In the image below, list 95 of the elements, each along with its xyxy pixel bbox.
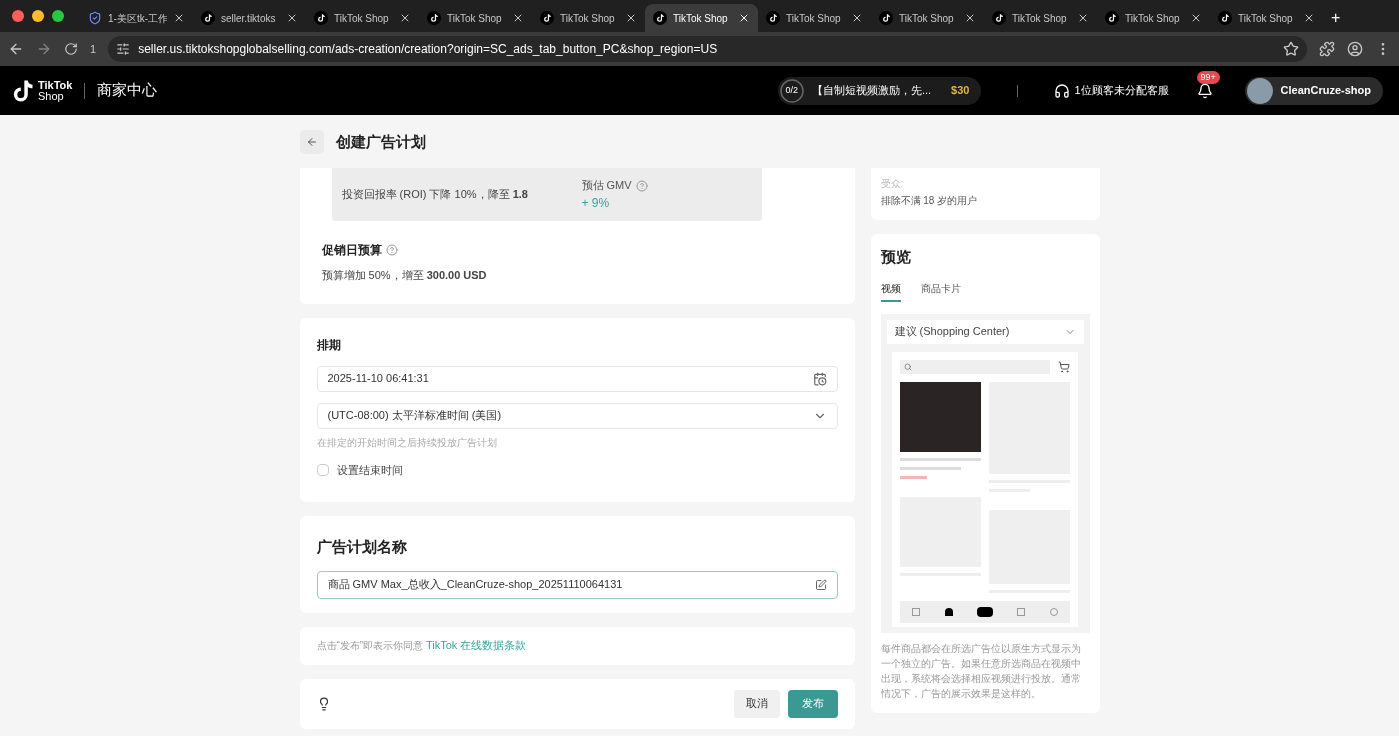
page-title: 创建广告计划 [335,131,426,152]
task-text: 【自制短视频激励，先... [811,83,932,99]
close-icon[interactable] [1077,12,1089,24]
browser-tab[interactable]: TikTok Shop [419,4,532,32]
timezone-select[interactable]: (UTC-08:00) 太平洋标准时间 (美国) [316,402,838,429]
browser-tab[interactable]: seller.tiktoks [193,4,306,32]
tiktok-favicon-icon [201,11,215,25]
section-title: 排期 [316,336,342,354]
campaign-name-field[interactable]: 商品 GMV Max_总收入_CleanCruze-shop_20251110064131 [316,570,838,599]
close-icon[interactable] [286,12,298,24]
audience-label: 受众: [880,177,905,191]
close-window-icon[interactable] [12,10,24,22]
tab-title: TikTok Shop [560,11,616,26]
new-tab-button[interactable]: + [1331,6,1341,30]
roi-text: 投资回报率 (ROI) 下降 10%，降至 1.8 [341,187,529,203]
tab-title: TikTok Shop [334,11,390,26]
tab-title: TikTok Shop [447,11,503,26]
back-icon[interactable] [8,41,24,57]
reload-count: 1 [90,41,97,57]
avatar-icon [1246,77,1273,104]
headset-icon[interactable] [1054,82,1071,99]
close-icon[interactable] [964,12,976,24]
close-icon[interactable] [625,12,637,24]
tab-title: TikTok Shop [1012,11,1068,26]
close-icon[interactable] [512,12,524,24]
site-title: 商家中心 [97,80,158,101]
hint-text: 在排定的开始时间之后持续投放广告计划 [316,435,498,450]
browser-tab[interactable]: TikTok Shop [1210,4,1323,32]
browser-tab[interactable]: TikTok Shop [984,4,1097,32]
tiktok-favicon-icon [653,11,667,25]
task-progress: 0/2 [779,78,804,103]
calendar-icon[interactable] [812,371,827,386]
preview-tab[interactable]: 视频 [880,280,901,302]
cancel-button[interactable]: 取消 [733,689,780,718]
shop-account-button[interactable]: CleanCruze-shop [1244,76,1383,105]
section-title: 促销日预算 [321,242,382,259]
close-icon[interactable] [1190,12,1202,24]
close-icon[interactable] [851,12,863,24]
preview-title: 预览 [880,247,912,267]
url-text: seller.us.tiktokshopglobalselling.com/ads-creation/creation?origin=SC_ads_tab_button_PC&shop_region=US [138,41,718,58]
logo-text: Shop [38,90,65,102]
tab-title: TikTok Shop [1238,11,1294,26]
edit-icon[interactable] [814,578,827,591]
task-reward: $30 [951,83,970,99]
preview-tab[interactable]: 商品卡片 [920,280,961,302]
maximize-window-icon[interactable] [52,10,64,22]
gmv-label: 预估 GMV [581,178,632,194]
browser-tab[interactable]: TikTok Shop [306,4,419,32]
tiktok-favicon-icon [427,11,441,25]
task-banner[interactable]: 0/2 【自制短视频激励，先... $30 [777,76,982,105]
tiktok-favicon-icon [540,11,554,25]
profile-icon[interactable] [1347,41,1363,57]
browser-tab[interactable]: TikTok Shop [645,4,758,32]
browser-tab[interactable]: 1-美区tk-工作 [80,4,193,32]
tab-title: TikTok Shop [899,11,955,26]
extensions-icon[interactable] [1319,41,1335,57]
tab-title: TikTok Shop [673,11,729,26]
browser-tab[interactable]: TikTok Shop [758,4,871,32]
budget-text: 预算增加 50%，增至 300.00 USD [321,268,488,283]
close-icon[interactable] [1303,12,1315,24]
notification-icon[interactable] [1196,82,1213,99]
tab-title: TikTok Shop [786,11,842,26]
tiktok-favicon-icon [1218,11,1232,25]
browser-tab[interactable]: TikTok Shop [871,4,984,32]
close-icon[interactable] [173,12,185,24]
tiktok-favicon-icon [879,11,893,25]
checkbox-label: 设置结束时间 [336,462,403,478]
tiktok-favicon-icon [1105,11,1119,25]
tiktok-favicon-icon [992,11,1006,25]
tab-title: 1-美区tk-工作 [108,11,167,26]
support-link[interactable]: 1位顾客未分配客服 [1074,82,1169,99]
tab-title: seller.tiktoks [221,11,277,26]
site-settings-icon[interactable] [116,42,131,56]
tab-title: TikTok Shop [1125,11,1181,26]
close-icon[interactable] [738,12,750,24]
minimize-window-icon[interactable] [32,10,44,22]
bookmark-icon[interactable] [1283,41,1299,57]
browser-tab[interactable]: TikTok Shop [532,4,645,32]
notification-badge: 99+ [1196,70,1220,84]
reload-icon[interactable] [64,42,78,56]
back-arrow-icon [305,136,318,148]
tiktok-favicon-icon [314,11,328,25]
logo-text: TikTok [38,79,73,91]
placement-select[interactable]: 建议 (Shopping Center) [886,319,1084,344]
section-title: 广告计划名称 [316,537,408,557]
close-icon[interactable] [399,12,411,24]
browser-tab[interactable]: TikTok Shop [1097,4,1210,32]
terms-text: 点击“发布”即表示你同意 TikTok 在线数据条款 [316,638,527,654]
url-field[interactable]: seller.us.tiktokshopglobalselling.com/ads-creation/creation?origin=SC_ads_tab_button_PC&shop_region=US [108,36,1307,62]
tiktok-favicon-icon [766,11,780,25]
gmv-value: + 9% [581,194,611,212]
shield-icon [88,11,102,25]
checkbox[interactable] [316,463,329,476]
audience-value: 排除不满 18 岁的用户 [880,194,979,208]
date-time-field[interactable]: 2025-11-10 06:41:31 [316,365,838,392]
